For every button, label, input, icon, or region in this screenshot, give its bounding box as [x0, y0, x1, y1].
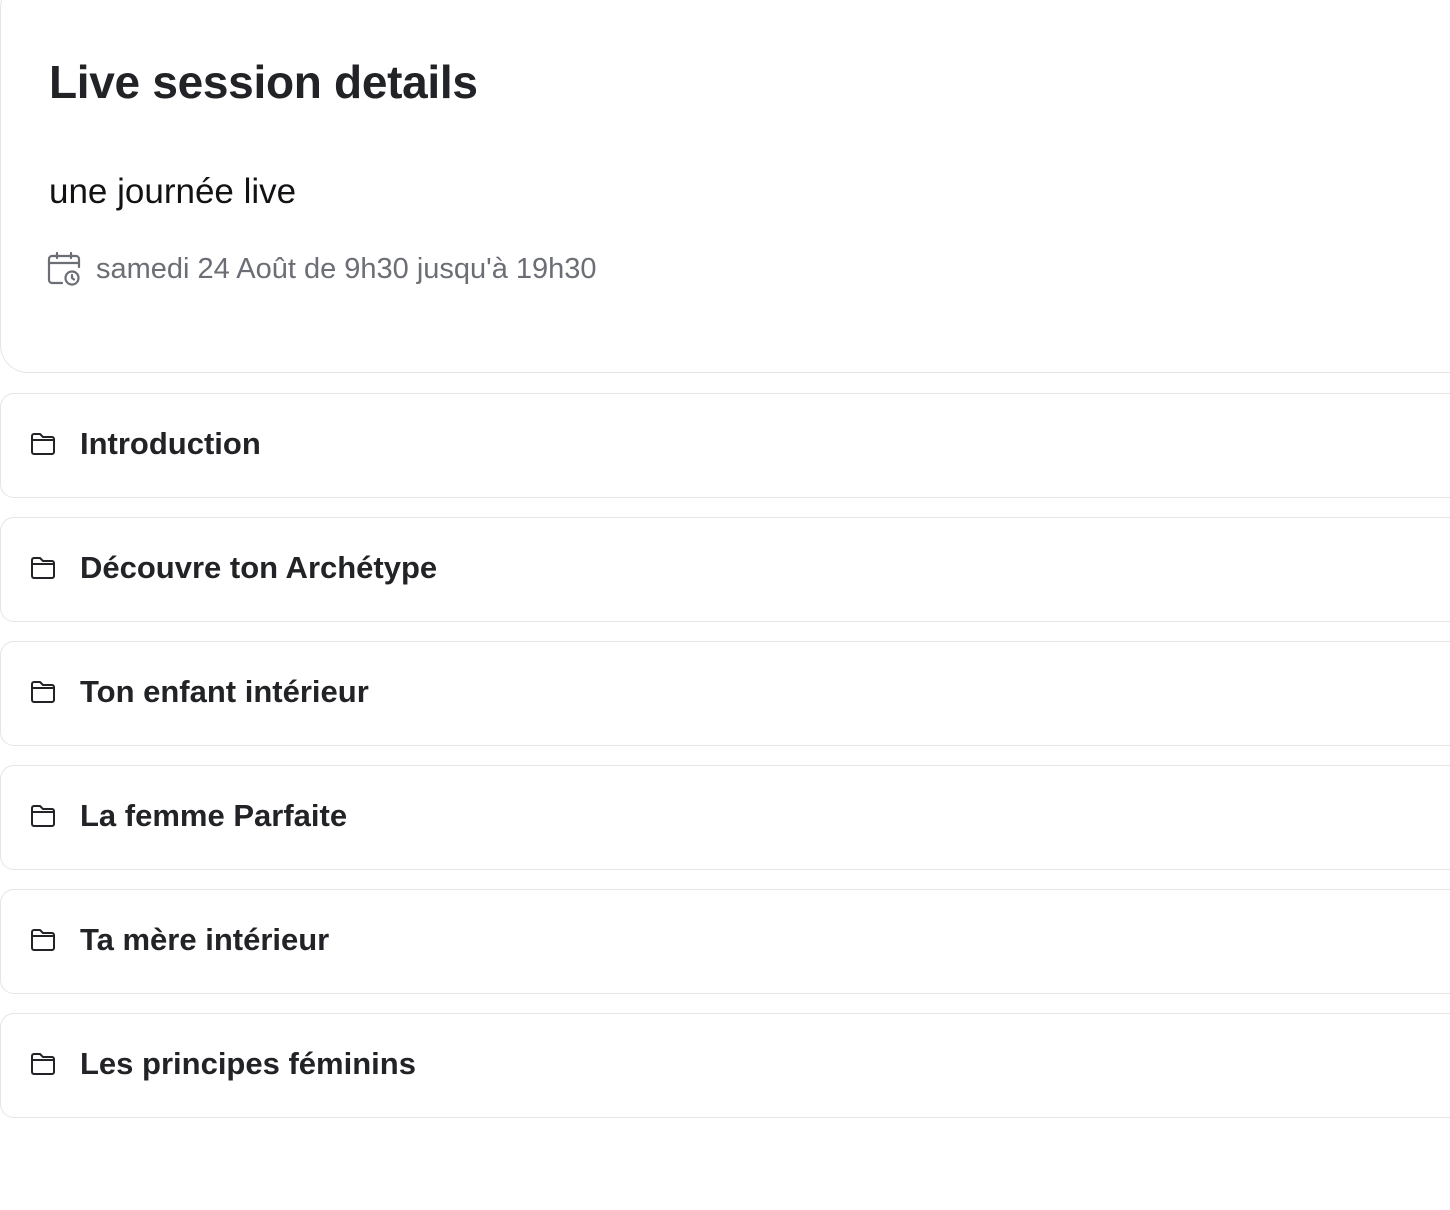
- page-title: Live session details: [49, 56, 478, 108]
- module-label: Ton enfant intérieur: [80, 674, 369, 709]
- folder-icon: [30, 928, 56, 952]
- module-item-introduction[interactable]: Introduction: [0, 393, 1450, 498]
- module-list: Introduction Découvre ton Archétype Ton …: [0, 393, 1450, 1137]
- session-schedule: samedi 24 Août de 9h30 jusqu'à 19h30: [47, 246, 597, 292]
- schedule-text: samedi 24 Août de 9h30 jusqu'à 19h30: [96, 253, 597, 285]
- module-label: Ta mère intérieur: [80, 922, 330, 957]
- module-item-ta-mere-interieur[interactable]: Ta mère intérieur: [0, 889, 1450, 994]
- module-label: Les principes féminins: [80, 1046, 416, 1081]
- module-item-la-femme-parfaite[interactable]: La femme Parfaite: [0, 765, 1450, 870]
- folder-icon: [30, 804, 56, 828]
- folder-icon: [30, 556, 56, 580]
- module-label: La femme Parfaite: [80, 798, 348, 833]
- module-item-les-principes-feminins[interactable]: Les principes féminins: [0, 1013, 1450, 1118]
- folder-icon: [30, 680, 56, 704]
- module-label: Introduction: [80, 426, 261, 461]
- folder-icon: [30, 432, 56, 456]
- module-item-ton-enfant-interieur[interactable]: Ton enfant intérieur: [0, 641, 1450, 746]
- module-label: Découvre ton Archétype: [80, 550, 438, 585]
- module-item-decouvre-ton-archetype[interactable]: Découvre ton Archétype: [0, 517, 1450, 622]
- folder-icon: [30, 1052, 56, 1076]
- calendar-clock-icon: [47, 251, 81, 287]
- session-name: une journée live: [49, 172, 297, 211]
